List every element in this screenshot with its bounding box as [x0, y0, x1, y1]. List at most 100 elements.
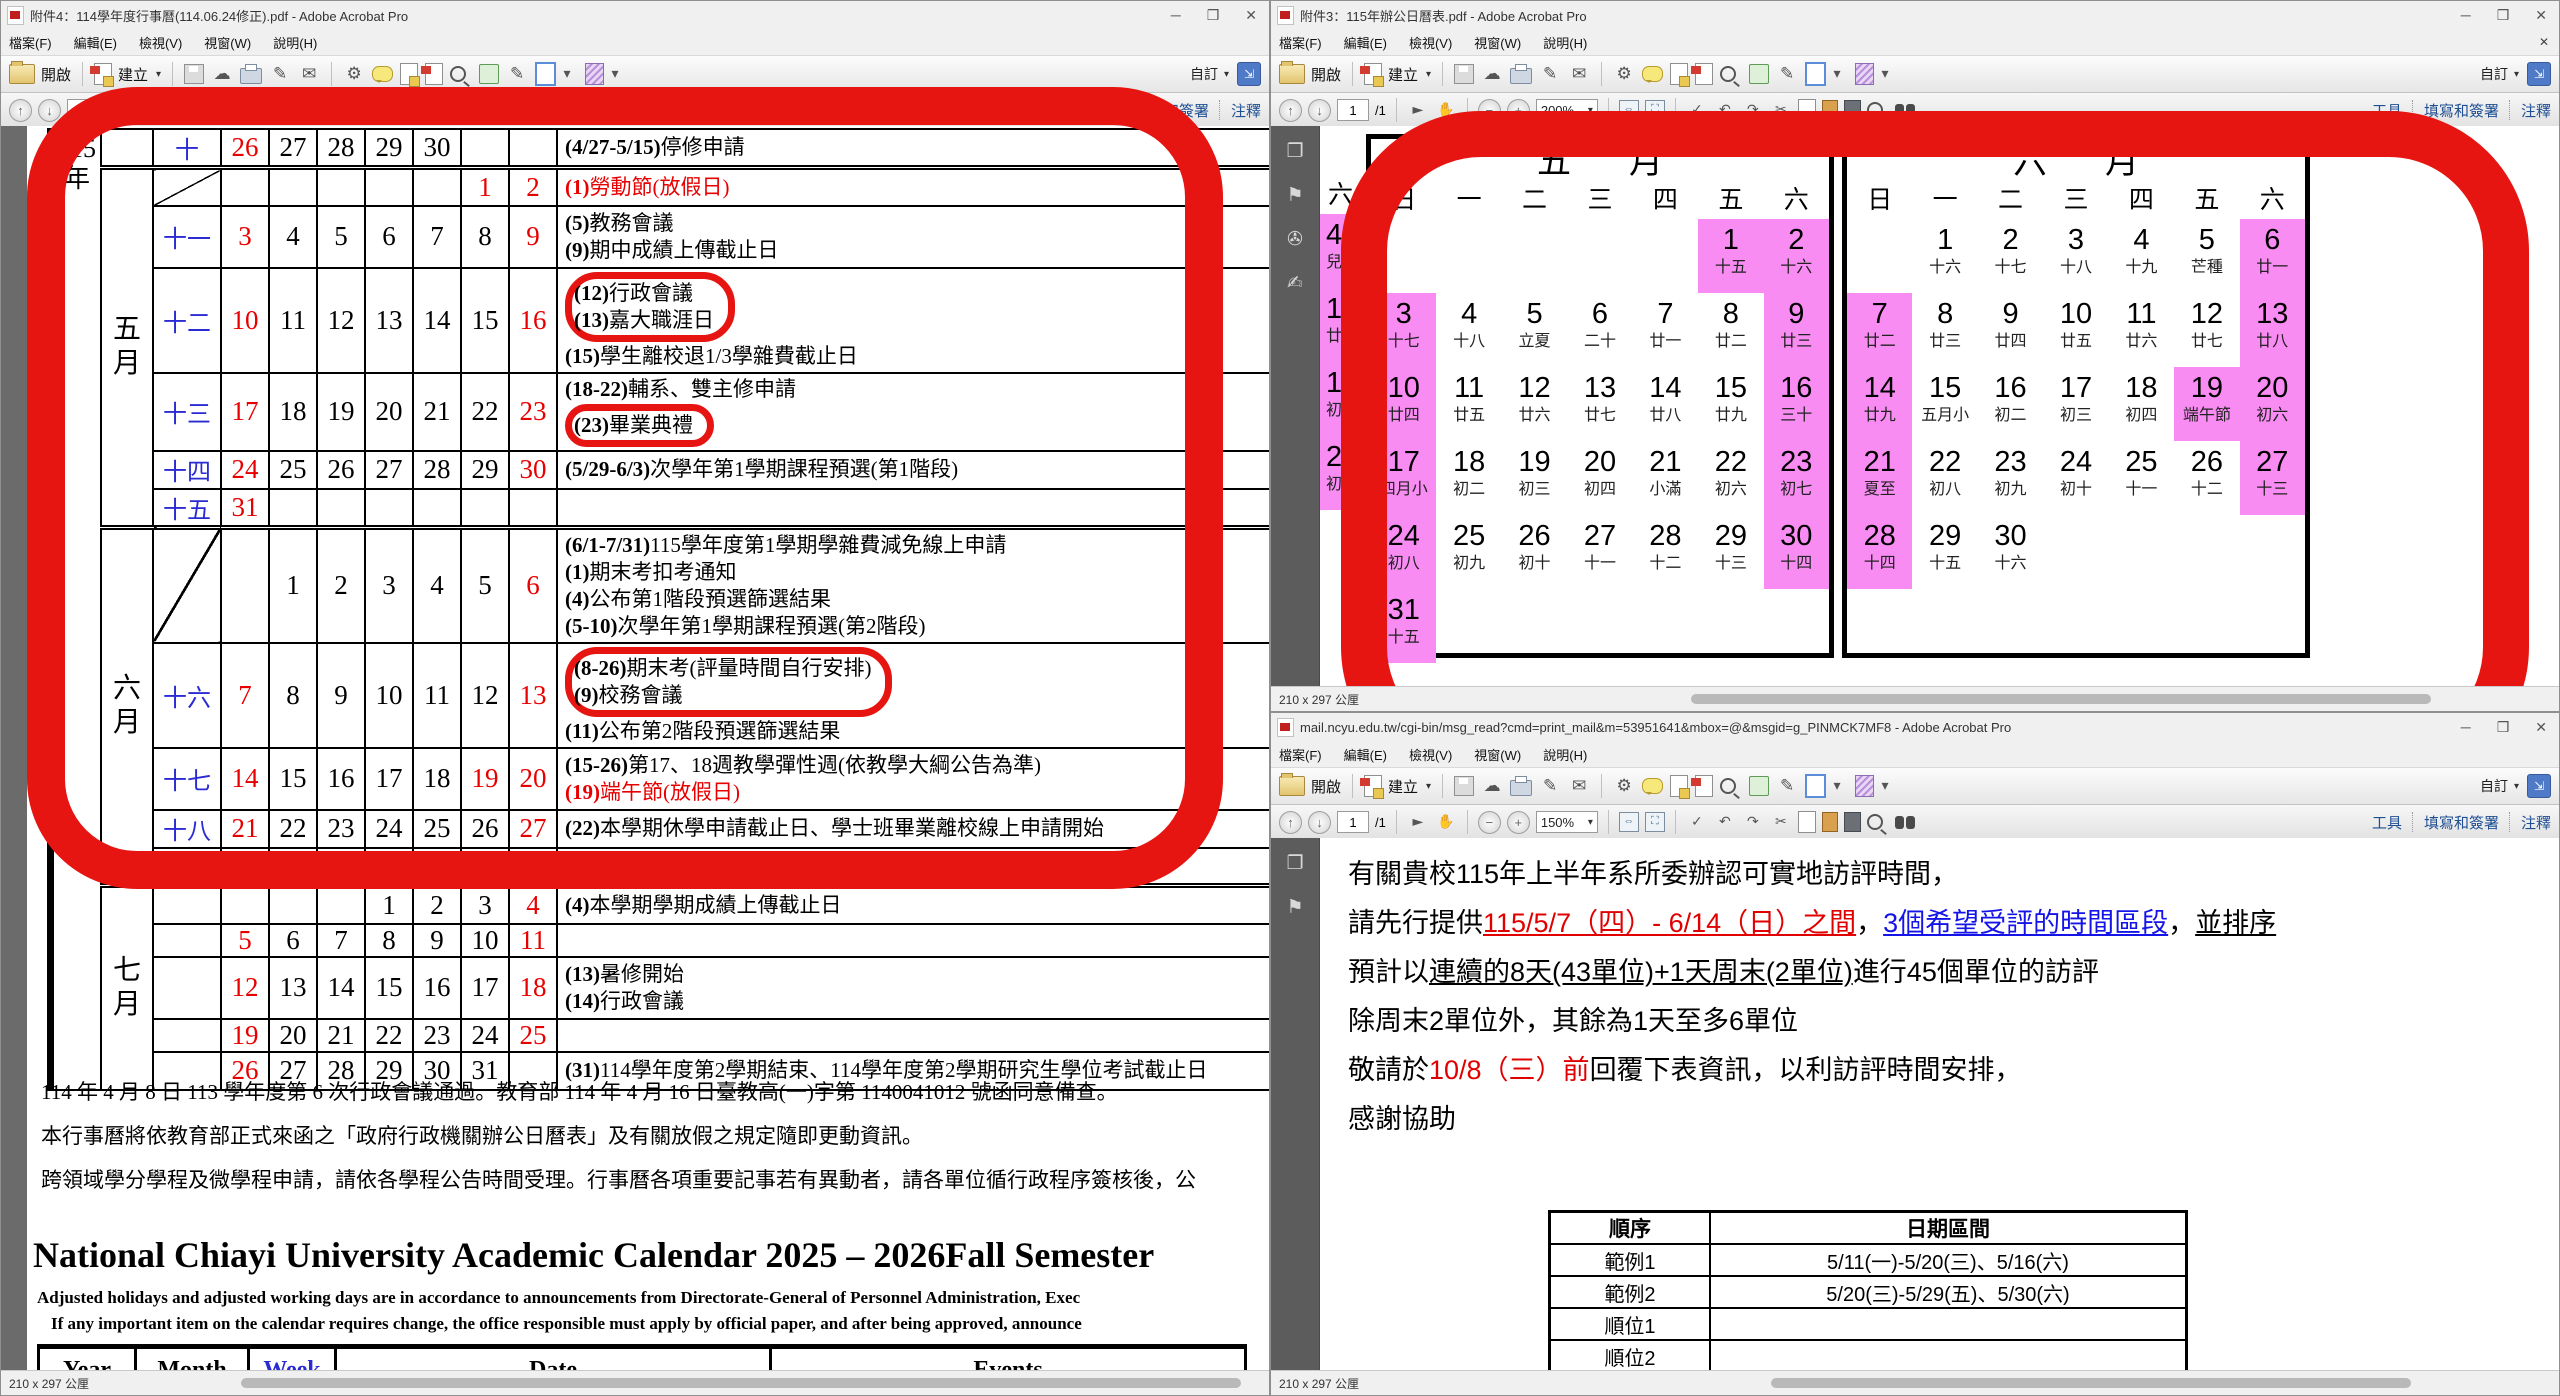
create-button[interactable]: 建立▾	[1364, 63, 1431, 85]
search-binoculars-button[interactable]	[1895, 104, 1915, 117]
loupe-zoom-button[interactable]	[1867, 102, 1883, 118]
redo-button[interactable]: ↷	[472, 99, 494, 121]
open-folder-icon[interactable]	[1279, 776, 1305, 796]
redo-button[interactable]: ↷	[1742, 811, 1764, 833]
print-button[interactable]	[1510, 780, 1532, 796]
horizontal-scrollbar-thumb[interactable]	[1691, 694, 2431, 704]
email-button[interactable]: ✉	[1568, 63, 1590, 85]
search-binoculars-button[interactable]	[1895, 816, 1915, 829]
horizontal-scrollbar-thumb[interactable]	[241, 1378, 1241, 1388]
chevron-down-icon[interactable]: ▾	[1826, 63, 1848, 85]
fit-width-button[interactable]: ⇔	[1619, 812, 1639, 832]
menu-item-file[interactable]: 檔案(F)	[1279, 745, 1322, 764]
pages-panel-icon[interactable]: ❐	[1286, 140, 1303, 162]
cloud-upload-button[interactable]: ☁	[211, 63, 233, 85]
loupe-zoom-button[interactable]	[1867, 814, 1883, 830]
menu-item-edit[interactable]: 編輯(E)	[1344, 33, 1387, 52]
create-pdf-icon[interactable]	[1364, 775, 1382, 797]
menu-item-view[interactable]: 檢視(V)	[1409, 745, 1452, 764]
redo-button[interactable]: ↷	[1742, 99, 1764, 121]
copy-button[interactable]	[1798, 811, 1816, 833]
menu-item-help[interactable]: 說明(H)	[1543, 33, 1587, 52]
close-button[interactable]: ✕	[2535, 719, 2547, 736]
gear-icon[interactable]: ⚙	[1613, 63, 1635, 85]
fill-sign-panel-button[interactable]: 填寫和簽署	[1134, 100, 1209, 121]
comment-bubble-button[interactable]	[1642, 778, 1663, 794]
maximize-button[interactable]: ❒	[2497, 7, 2510, 24]
comment-panel-button[interactable]: 注釋	[2521, 812, 2551, 833]
menu-item-window[interactable]: 視窗(W)	[1474, 33, 1521, 52]
panel-toggle-button[interactable]: ⇲	[2527, 774, 2551, 798]
tools-panel-button[interactable]: 工具	[2372, 812, 2402, 833]
search-binoculars-button[interactable]	[625, 104, 645, 117]
edit-text-button[interactable]: ✎	[1776, 775, 1798, 797]
pattern-icon[interactable]	[1855, 775, 1874, 797]
chevron-down-icon[interactable]: ▾	[604, 63, 626, 85]
zoom-level-select[interactable]: 160%▾	[266, 99, 328, 121]
customize-button[interactable]: 自訂▾	[1190, 64, 1229, 84]
zoom-level-select[interactable]: 150%▾	[1536, 811, 1598, 833]
page-box-icon[interactable]	[1805, 774, 1826, 798]
cut-button[interactable]: ✂	[1770, 811, 1792, 833]
export-button[interactable]	[1749, 776, 1769, 796]
selection-tool-button[interactable]: ►	[1407, 99, 1429, 121]
zoom-level-select[interactable]: 200%▾	[1536, 99, 1598, 121]
fit-width-button[interactable]: ⇔	[1619, 100, 1639, 120]
open-button[interactable]: 開啟	[1279, 776, 1341, 797]
zoom-in-button[interactable]: +	[237, 99, 260, 122]
next-page-button[interactable]: ↓	[38, 99, 61, 122]
cloud-upload-button[interactable]: ☁	[1481, 775, 1503, 797]
email-button[interactable]: ✉	[1568, 775, 1590, 797]
previous-page-button[interactable]: ↑	[1279, 99, 1302, 122]
copy-button[interactable]	[528, 99, 546, 121]
cloud-upload-button[interactable]: ☁	[1481, 63, 1503, 85]
hand-tool-button[interactable]: ✋	[1435, 811, 1457, 833]
comment-panel-button[interactable]: 注釋	[2521, 100, 2551, 121]
loupe-zoom-button[interactable]	[597, 102, 613, 118]
pattern-icon[interactable]	[585, 63, 604, 85]
page-box-icon[interactable]	[1805, 62, 1826, 86]
bookmarks-panel-icon[interactable]: ⚑	[1286, 184, 1303, 206]
menu-item-window[interactable]: 視窗(W)	[204, 33, 251, 52]
paste-button[interactable]	[1822, 812, 1838, 832]
page-number-input[interactable]	[1337, 811, 1369, 833]
menu-item-file[interactable]: 檔案(F)	[9, 33, 52, 52]
gear-icon[interactable]: ⚙	[1613, 775, 1635, 797]
tools-panel-button[interactable]: 工具	[2372, 100, 2402, 121]
page-display-button[interactable]: ▾	[1805, 62, 1848, 86]
spellcheck-button[interactable]: ✓	[416, 99, 438, 121]
fit-width-button[interactable]: ⇔	[349, 100, 369, 120]
comment-bubble-button[interactable]	[372, 66, 393, 82]
menu-item-help[interactable]: 說明(H)	[273, 33, 317, 52]
minimize-button[interactable]: ─	[1171, 7, 1181, 23]
paste-button[interactable]	[552, 100, 568, 120]
pattern-icon[interactable]	[1855, 63, 1874, 85]
menu-item-view[interactable]: 檢視(V)	[1409, 33, 1452, 52]
pattern-tool-button[interactable]: ▾	[1855, 63, 1896, 85]
sign-document-button[interactable]: ✎	[1539, 775, 1561, 797]
menu-item-help[interactable]: 說明(H)	[1543, 745, 1587, 764]
cut-button[interactable]: ✂	[500, 99, 522, 121]
undo-button[interactable]: ↶	[1714, 811, 1736, 833]
spellcheck-button[interactable]: ✓	[1686, 99, 1708, 121]
maximize-button[interactable]: ❒	[1207, 7, 1220, 24]
hand-tool-button[interactable]: ✋	[1435, 99, 1457, 121]
delete-pages-button[interactable]	[1695, 775, 1713, 797]
attachments-panel-icon[interactable]: ✇	[1287, 228, 1303, 250]
cut-button[interactable]: ✂	[1770, 99, 1792, 121]
create-button[interactable]: 建立▾	[1364, 775, 1431, 797]
highlight-text-button[interactable]	[400, 63, 418, 85]
fit-page-button[interactable]: ⛶	[1645, 100, 1665, 120]
menu-item-file[interactable]: 檔案(F)	[1279, 33, 1322, 52]
save-button[interactable]	[1454, 776, 1474, 796]
menu-item-edit[interactable]: 編輯(E)	[1344, 745, 1387, 764]
panel-toggle-button[interactable]: ⇲	[2527, 62, 2551, 86]
customize-button[interactable]: 自訂▾	[2480, 64, 2519, 84]
print-button[interactable]	[1510, 68, 1532, 84]
pages-panel-icon[interactable]: ❐	[1286, 852, 1303, 874]
previous-page-button[interactable]: ↑	[9, 99, 32, 122]
undo-button[interactable]: ↶	[444, 99, 466, 121]
zoom-out-button[interactable]: −	[1478, 99, 1501, 122]
zoom-in-button[interactable]: +	[1507, 811, 1530, 834]
create-button[interactable]: 建立▾	[94, 63, 161, 85]
